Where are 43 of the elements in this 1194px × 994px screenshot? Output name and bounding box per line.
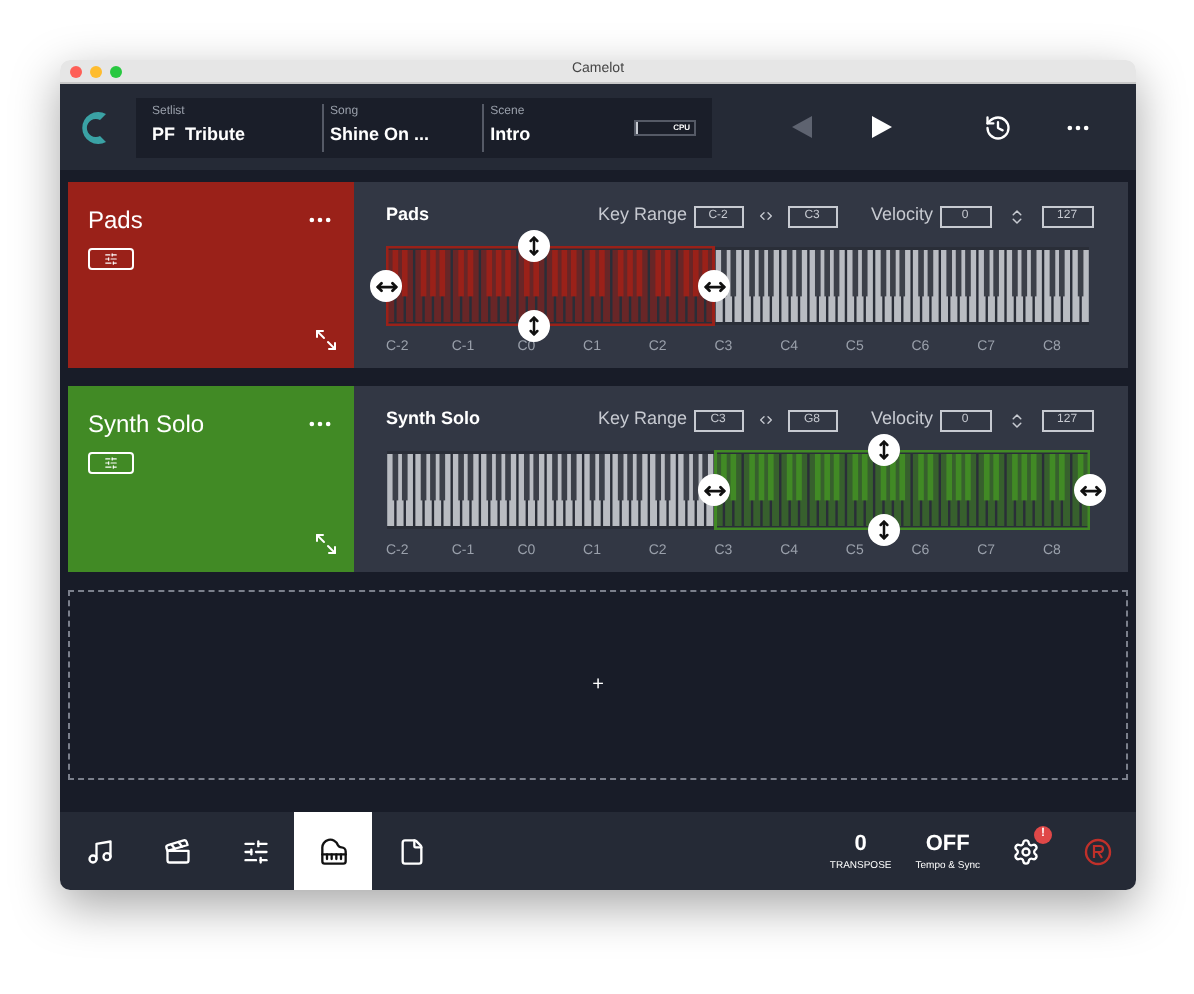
piano-keyboard[interactable] bbox=[386, 450, 1090, 530]
piano-keyboard[interactable] bbox=[386, 246, 1090, 326]
clapperboard-icon bbox=[163, 837, 191, 865]
settings-icon[interactable] bbox=[1012, 837, 1040, 865]
resize-icon[interactable] bbox=[314, 328, 338, 352]
sliders-icon bbox=[241, 837, 269, 865]
field-value[interactable]: Intro bbox=[490, 122, 643, 150]
layer-tile[interactable]: Pads bbox=[68, 182, 354, 368]
updown-icon[interactable] bbox=[1007, 411, 1026, 429]
key-range-label: Key Range bbox=[598, 202, 688, 229]
piano-icon bbox=[319, 837, 347, 865]
tempo-value[interactable]: OFF bbox=[925, 827, 970, 860]
record-icon[interactable] bbox=[1084, 837, 1112, 865]
transpose-value[interactable]: 0 bbox=[854, 827, 867, 860]
key-range-label: Key Range bbox=[598, 406, 688, 433]
velocity-handle[interactable] bbox=[867, 514, 900, 546]
layer-title: Synth Solo bbox=[386, 406, 482, 433]
history-icon[interactable] bbox=[984, 113, 1012, 141]
layer-name: Pads bbox=[88, 204, 143, 238]
updown-icon[interactable] bbox=[1007, 207, 1026, 225]
document-icon bbox=[397, 837, 425, 865]
settings-chip[interactable] bbox=[88, 248, 134, 270]
layer-title: Pads bbox=[386, 202, 432, 229]
music-note-icon bbox=[85, 837, 113, 865]
resize-icon[interactable] bbox=[314, 532, 338, 556]
add-layer-zone[interactable]: + bbox=[68, 590, 1128, 780]
velocity-label: Velocity bbox=[871, 406, 934, 433]
settings-chip[interactable] bbox=[88, 452, 134, 474]
velocity-handle[interactable] bbox=[867, 434, 900, 466]
sliders-icon bbox=[104, 252, 118, 266]
add-symbol: + bbox=[592, 672, 604, 700]
layer-name: Synth Solo bbox=[88, 408, 205, 442]
range-handle[interactable] bbox=[1074, 474, 1106, 506]
layer-tile[interactable]: Synth Solo bbox=[68, 386, 354, 572]
range-handle[interactable] bbox=[370, 270, 402, 302]
play-button[interactable] bbox=[872, 116, 892, 138]
field-value[interactable]: Shine On ... bbox=[330, 122, 483, 150]
field-value[interactable]: PF Tribute bbox=[152, 122, 323, 150]
toolbar-tab[interactable] bbox=[294, 812, 372, 890]
velocity-handle[interactable] bbox=[517, 230, 550, 262]
sliders-icon bbox=[104, 456, 118, 470]
velocity-handle[interactable] bbox=[517, 310, 550, 342]
velocity-label: Velocity bbox=[871, 202, 934, 229]
